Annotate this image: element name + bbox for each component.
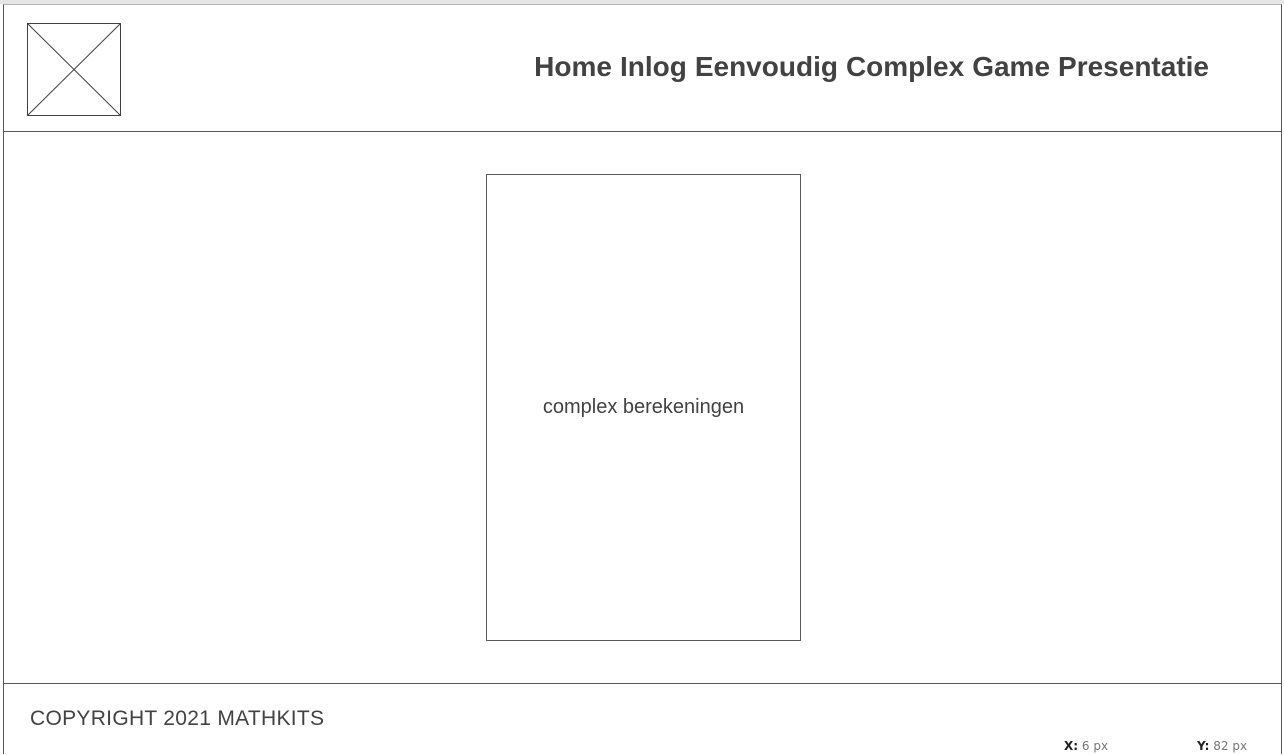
- nav-eenvoudig[interactable]: Eenvoudig: [695, 51, 838, 83]
- nav-game[interactable]: Game: [972, 51, 1050, 83]
- y-coordinate-readout: Y: 82 px: [1197, 739, 1247, 753]
- nav-inlog[interactable]: Inlog: [620, 51, 687, 83]
- nav-presentatie[interactable]: Presentatie: [1058, 51, 1209, 83]
- y-label: Y:: [1197, 739, 1210, 753]
- y-value: 82 px: [1213, 739, 1248, 753]
- x-coordinate-readout: X: 6 px: [1064, 739, 1108, 753]
- image-placeholder-icon: [27, 23, 121, 116]
- site-header: Home Inlog Eenvoudig Complex Game Presen…: [4, 5, 1281, 132]
- card-text: complex berekeningen: [542, 396, 745, 418]
- copyright-text: COPYRIGHT 2021 MATHKITS: [30, 707, 325, 730]
- nav-home[interactable]: Home: [534, 51, 612, 83]
- wireframe-canvas: Home Inlog Eenvoudig Complex Game Presen…: [3, 4, 1282, 754]
- main-navigation: Home Inlog Eenvoudig Complex Game Presen…: [534, 51, 1209, 83]
- x-value: 6 px: [1081, 739, 1109, 753]
- x-label: X:: [1064, 739, 1079, 753]
- content-card[interactable]: complex berekeningen: [486, 174, 801, 641]
- nav-complex[interactable]: Complex: [846, 51, 964, 83]
- logo-placeholder[interactable]: [27, 23, 121, 116]
